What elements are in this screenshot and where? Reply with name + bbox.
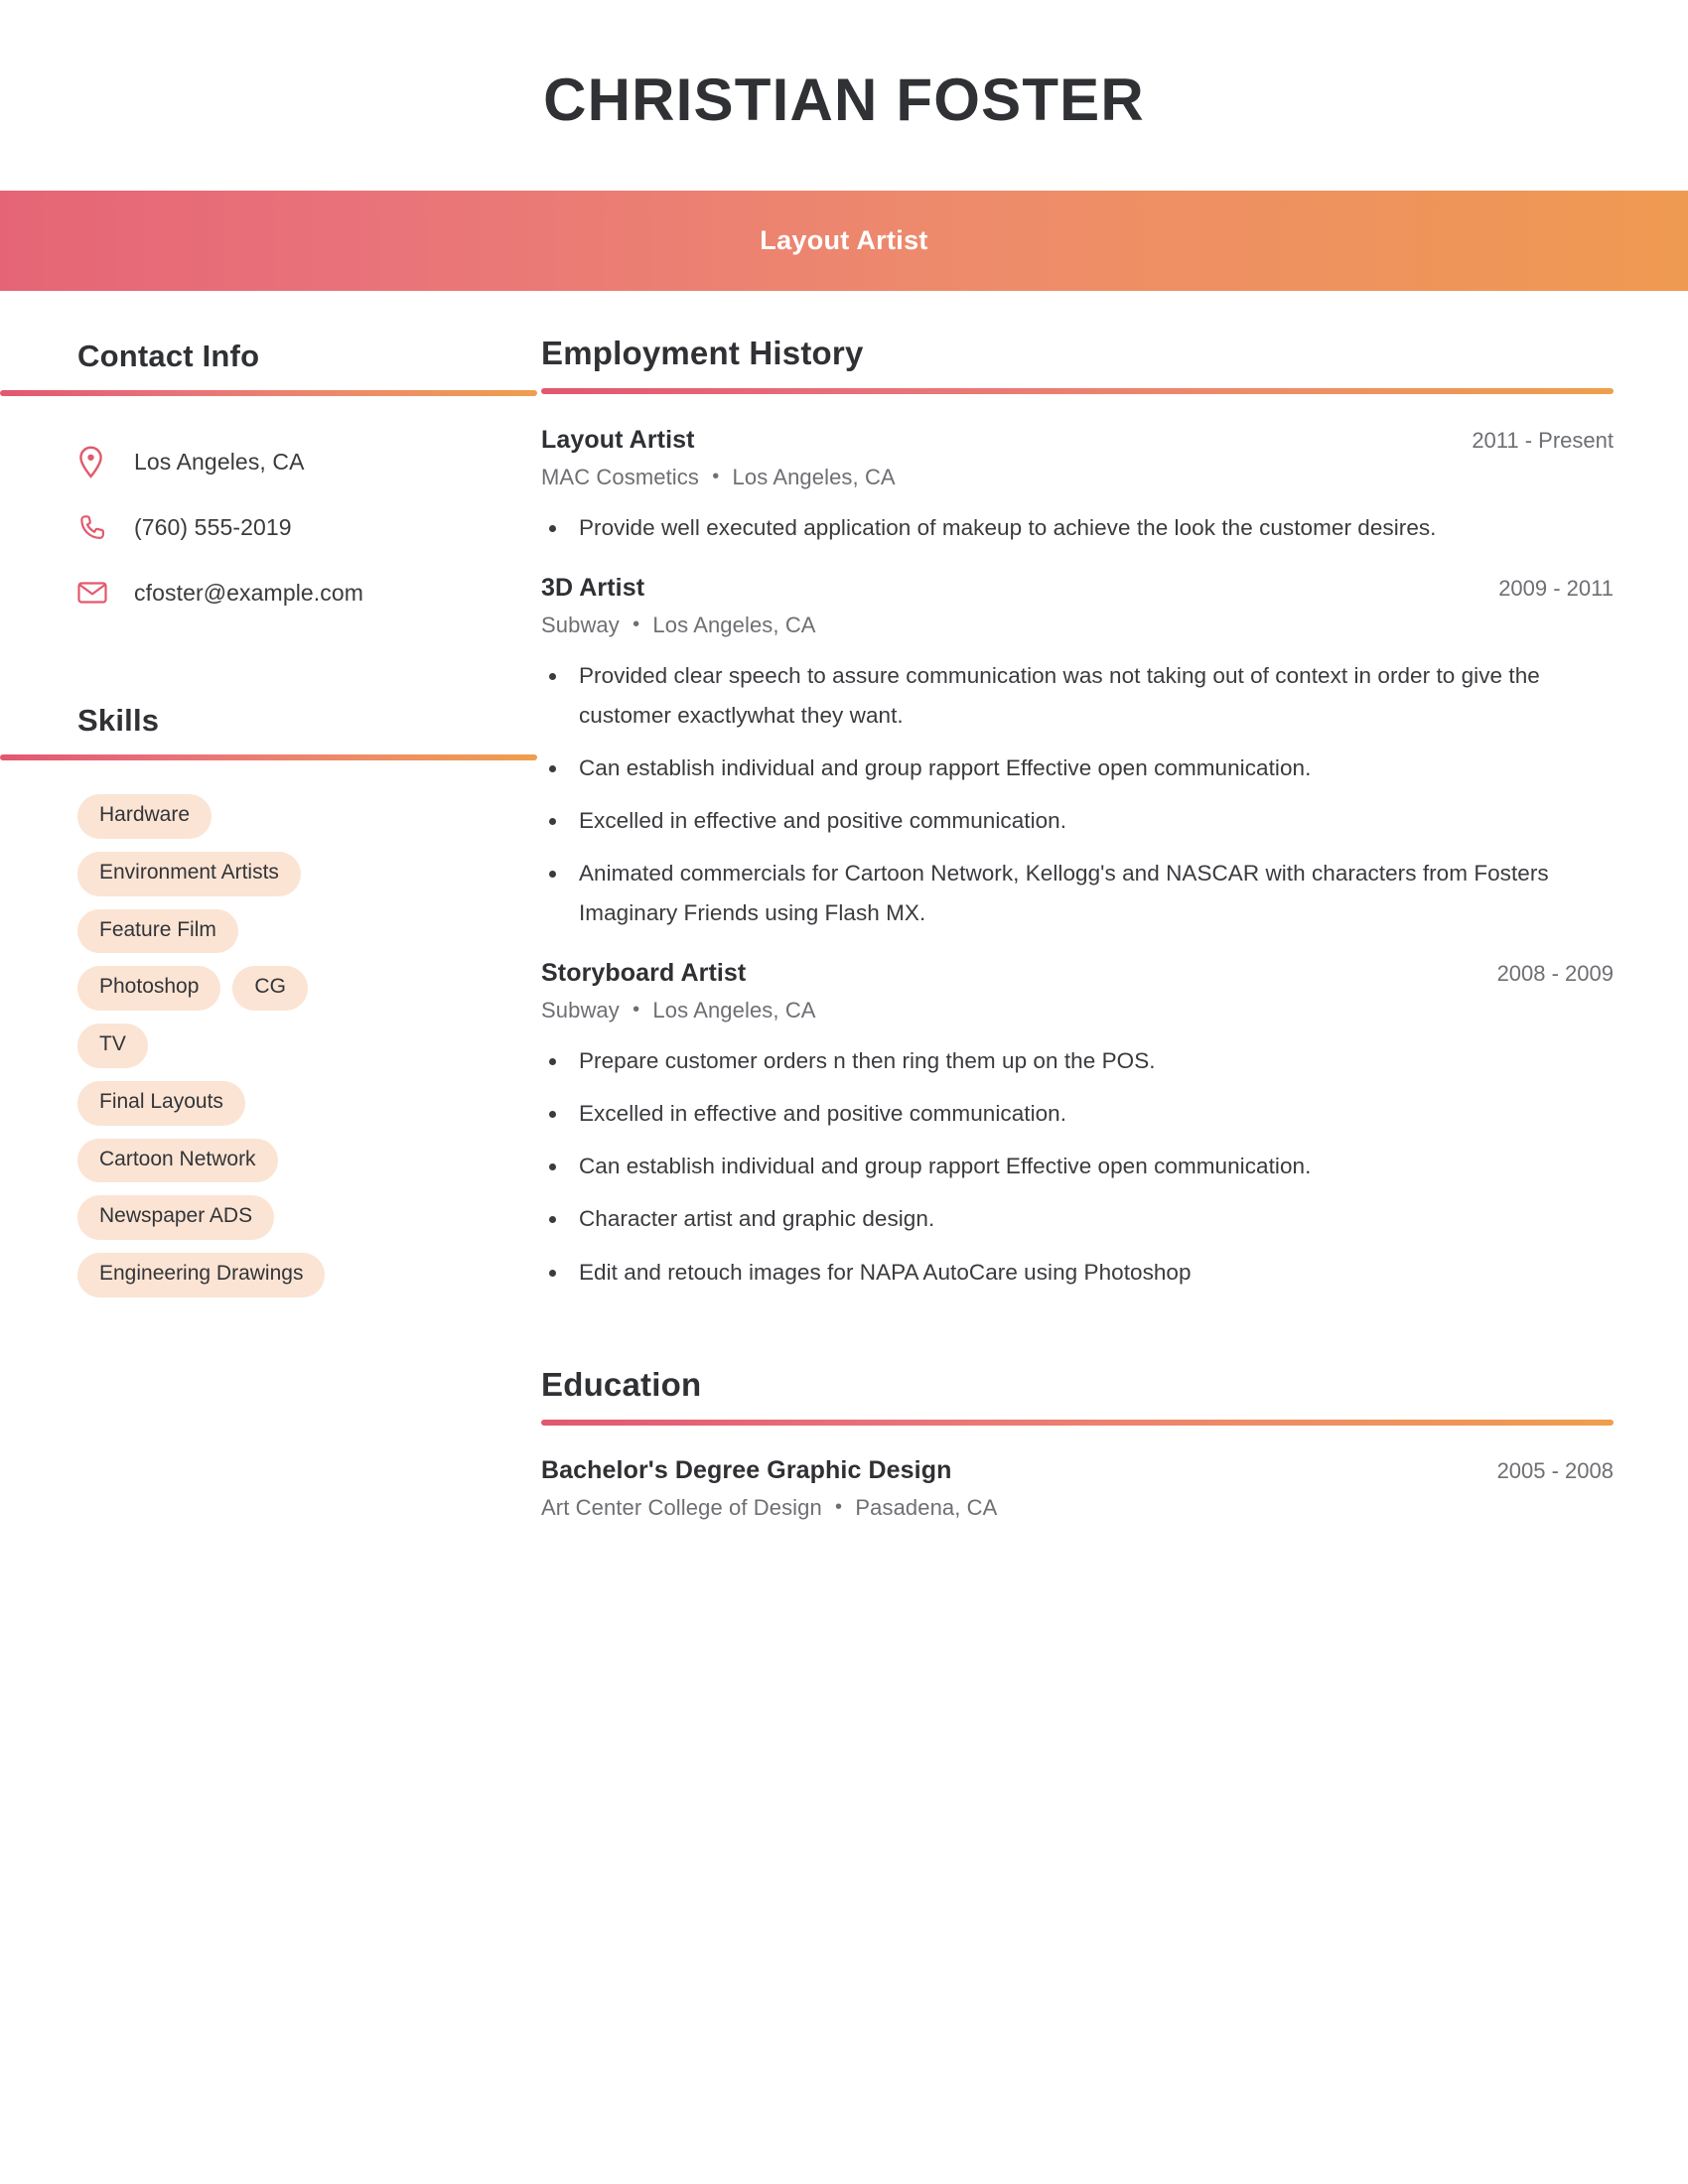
phone-icon: [77, 513, 117, 542]
job-bullet: Animated commercials for Cartoon Network…: [541, 854, 1614, 933]
candidate-name: CHRISTIAN FOSTER: [543, 67, 1145, 133]
job-location: Los Angeles, CA: [652, 613, 816, 638]
job-bullet: Can establish individual and group rappo…: [541, 749, 1614, 788]
job-bullet-list: Provided clear speech to assure communic…: [541, 656, 1614, 933]
job-bullet: Excelled in effective and positive commu…: [541, 1094, 1614, 1134]
employment-entry-header: Layout Artist 2011 - Present: [541, 426, 1614, 455]
header-name-band: CHRISTIAN FOSTER: [0, 0, 1688, 191]
education-section: Education Bachelor's Degree Graphic Desi…: [541, 1366, 1614, 1521]
contact-phone-value: (760) 555-2019: [134, 513, 292, 540]
job-bullet: Can establish individual and group rappo…: [541, 1147, 1614, 1186]
skill-tag: Environment Artists: [77, 851, 301, 896]
job-bullet: Excelled in effective and positive commu…: [541, 801, 1614, 841]
employment-history-section: Employment History Layout Artist 2011 - …: [541, 335, 1614, 1293]
job-company: Subway: [541, 998, 620, 1024]
header-title-band: Layout Artist: [0, 191, 1688, 291]
education-entry-header: Bachelor's Degree Graphic Design 2005 - …: [541, 1456, 1614, 1485]
job-location: Los Angeles, CA: [732, 465, 896, 489]
skills-divider: [0, 754, 537, 760]
school-name: Art Center College of Design: [541, 1494, 822, 1520]
location-pin-icon: [77, 446, 117, 478]
separator-dot: •: [633, 614, 640, 636]
separator-dot: •: [712, 466, 720, 487]
sidebar: Contact Info Los Angeles, CA (760) 555-2…: [0, 291, 537, 1297]
contact-item-location: Los Angeles, CA: [77, 429, 496, 494]
contact-info-divider: [0, 390, 537, 396]
education-divider: [541, 1419, 1614, 1426]
skill-tag: Final Layouts: [77, 1080, 245, 1126]
candidate-job-title: Layout Artist: [760, 225, 928, 255]
job-location: Los Angeles, CA: [652, 998, 816, 1024]
skill-tag: Engineering Drawings: [77, 1253, 326, 1297]
job-dates: 2008 - 2009: [1496, 961, 1614, 987]
envelope-icon: [77, 581, 117, 605]
skills-tag-list: Hardware Environment Artists Feature Fil…: [77, 794, 475, 1297]
job-title: Storyboard Artist: [541, 959, 747, 988]
employment-entry: Storyboard Artist 2008 - 2009 Subway • L…: [541, 959, 1614, 1292]
job-company-location: Subway • Los Angeles, CA: [541, 613, 1614, 638]
contact-item-phone: (760) 555-2019: [77, 494, 496, 560]
degree-title: Bachelor's Degree Graphic Design: [541, 1455, 952, 1484]
job-company: Subway: [541, 613, 620, 638]
skill-tag: CG: [232, 966, 308, 1012]
skills-heading: Skills: [77, 703, 160, 738]
job-bullet: Prepare customer orders n then ring them…: [541, 1041, 1614, 1081]
skill-tag: Cartoon Network: [77, 1138, 278, 1183]
job-title: 3D Artist: [541, 574, 645, 603]
education-entry: Bachelor's Degree Graphic Design 2005 - …: [541, 1456, 1614, 1521]
job-dates: 2011 - Present: [1472, 428, 1614, 453]
skill-tag: TV: [77, 1024, 148, 1068]
contact-info-section: Contact Info Los Angeles, CA (760) 555-2…: [0, 339, 537, 625]
resume-body: Contact Info Los Angeles, CA (760) 555-2…: [0, 291, 1688, 1521]
education-heading: Education: [541, 1365, 702, 1403]
main-content: Employment History Layout Artist 2011 - …: [496, 291, 1688, 1521]
separator-dot: •: [633, 999, 640, 1022]
employment-history-heading: Employment History: [541, 335, 864, 371]
job-company-location: MAC Cosmetics • Los Angeles, CA: [541, 465, 1614, 490]
skill-tag: Hardware: [77, 794, 212, 839]
job-bullet-list: Provide well executed application of mak…: [541, 508, 1614, 548]
contact-list: Los Angeles, CA (760) 555-2019 cfoster@e…: [77, 429, 496, 625]
employment-entry-list: Layout Artist 2011 - Present MAC Cosmeti…: [541, 426, 1614, 1293]
separator-dot: •: [835, 1495, 843, 1518]
skill-tag: Photoshop: [77, 966, 221, 1012]
degree-dates: 2005 - 2008: [1496, 1457, 1614, 1483]
contact-info-heading: Contact Info: [77, 339, 260, 373]
employment-entry-header: 3D Artist 2009 - 2011: [541, 574, 1614, 603]
job-title: Layout Artist: [541, 426, 695, 454]
employment-history-divider: [541, 388, 1614, 394]
job-bullet-list: Prepare customer orders n then ring them…: [541, 1041, 1614, 1292]
school-location: Art Center College of Design • Pasadena,…: [541, 1495, 1614, 1521]
skill-tag: Newspaper ADS: [77, 1195, 275, 1241]
employment-entry: 3D Artist 2009 - 2011 Subway • Los Angel…: [541, 574, 1614, 933]
contact-location-value: Los Angeles, CA: [134, 448, 305, 475]
job-company-location: Subway • Los Angeles, CA: [541, 998, 1614, 1024]
employment-entry-header: Storyboard Artist 2008 - 2009: [541, 959, 1614, 988]
resume-page: CHRISTIAN FOSTER Layout Artist Contact I…: [0, 0, 1688, 2184]
contact-email-value: cfoster@example.com: [134, 579, 364, 606]
job-company: MAC Cosmetics: [541, 465, 699, 489]
job-dates: 2009 - 2011: [1498, 576, 1614, 602]
job-bullet: Edit and retouch images for NAPA AutoCar…: [541, 1253, 1614, 1293]
skills-section: Skills Hardware Environment Artists Feat…: [0, 703, 537, 1297]
school-location-value: Pasadena, CA: [855, 1494, 998, 1520]
contact-item-email: cfoster@example.com: [77, 560, 496, 625]
job-bullet: Character artist and graphic design.: [541, 1199, 1614, 1239]
skill-tag: Feature Film: [77, 908, 238, 954]
job-bullet: Provided clear speech to assure communic…: [541, 656, 1614, 736]
job-bullet: Provide well executed application of mak…: [541, 508, 1614, 548]
employment-entry: Layout Artist 2011 - Present MAC Cosmeti…: [541, 426, 1614, 548]
